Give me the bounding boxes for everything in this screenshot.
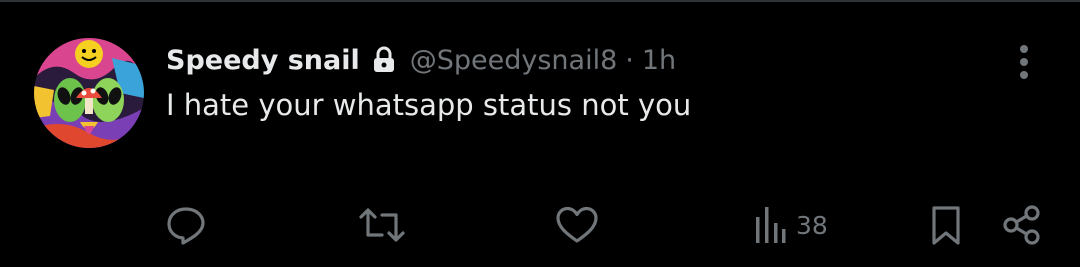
more-options-button[interactable] xyxy=(1006,40,1042,84)
tweet-header: Speedy snail @Speedysnail8 · 1h xyxy=(166,40,676,80)
share-icon xyxy=(1003,205,1040,245)
heart-icon xyxy=(556,206,598,243)
lock-icon xyxy=(372,46,396,74)
retweet-button[interactable] xyxy=(358,198,406,252)
alien-avatar-icon xyxy=(34,38,144,148)
view-count: 38 xyxy=(796,210,828,240)
reply-icon xyxy=(167,207,205,245)
like-button[interactable] xyxy=(554,198,600,252)
share-button[interactable] xyxy=(1000,198,1044,252)
more-vertical-icon xyxy=(1020,45,1028,79)
reply-button[interactable] xyxy=(164,198,208,252)
bookmark-button[interactable] xyxy=(926,198,966,252)
views-button[interactable]: 38 xyxy=(752,198,828,252)
retweet-icon xyxy=(359,208,405,242)
avatar[interactable] xyxy=(34,38,144,148)
separator-dot: · xyxy=(625,44,634,76)
display-name[interactable]: Speedy snail xyxy=(166,45,360,76)
tweet-text: I hate your whatsapp status not you xyxy=(166,88,692,122)
tweet-card[interactable]: Speedy snail @Speedysnail8 · 1h I hate y… xyxy=(0,2,1080,267)
user-handle[interactable]: @Speedysnail8 xyxy=(410,45,618,76)
views-bar-chart-icon xyxy=(756,207,786,243)
action-bar: 38 xyxy=(0,198,1080,252)
timestamp[interactable]: 1h xyxy=(642,45,676,76)
bookmark-icon xyxy=(932,206,960,245)
